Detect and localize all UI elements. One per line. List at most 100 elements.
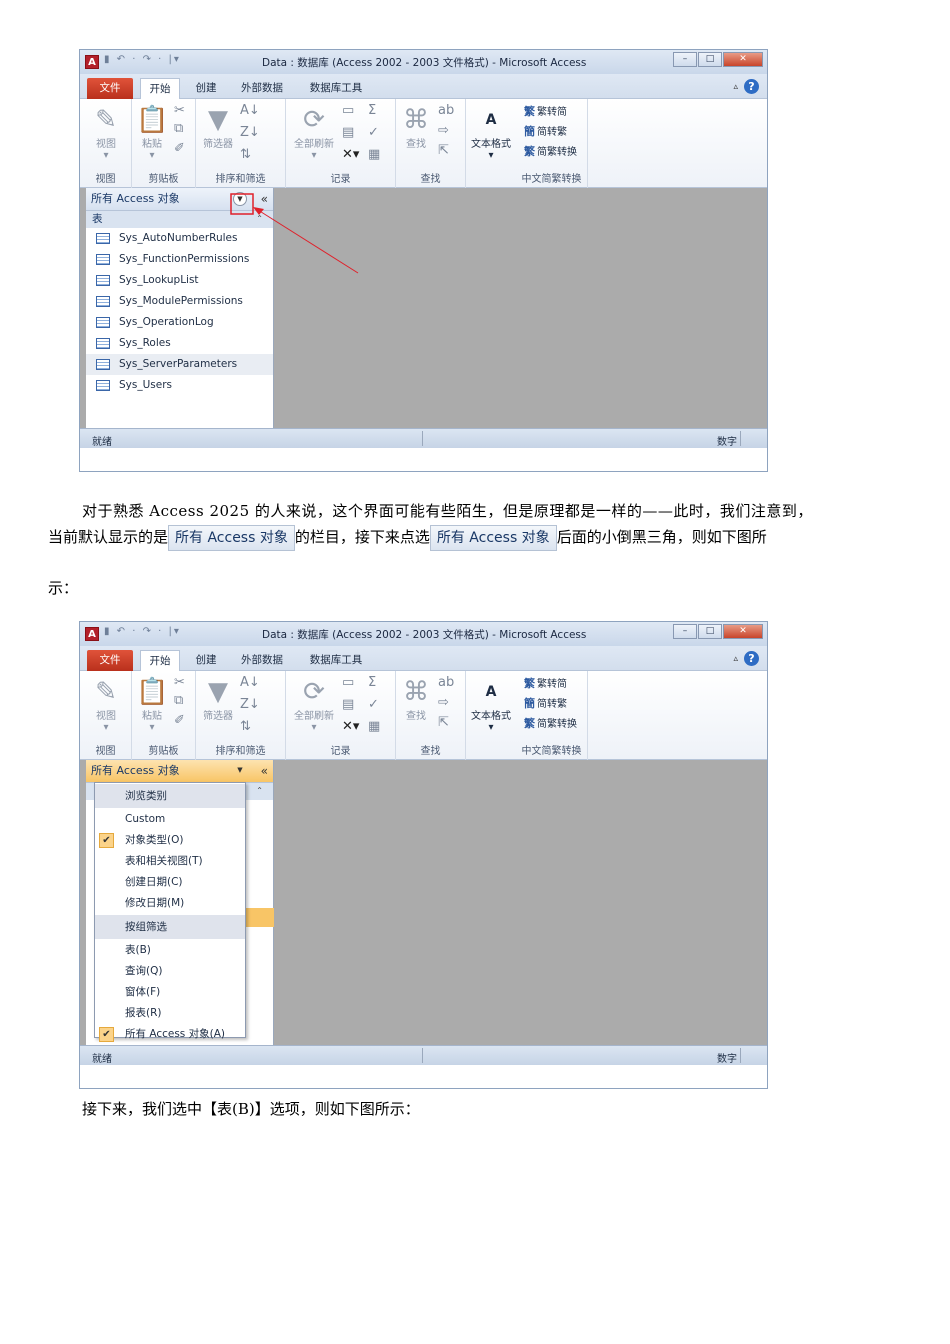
tab-create[interactable]: 创建 (188, 650, 224, 671)
tab-home[interactable]: 开始 (140, 650, 180, 672)
convert-button[interactable]: 繁简繁转换 (524, 143, 577, 159)
more-icon[interactable]: ▦ (368, 719, 380, 734)
ribbon-minimize-icon[interactable]: ▵ (733, 82, 738, 92)
menu-item-created-date[interactable]: 创建日期(C) (95, 872, 245, 893)
tab-home[interactable]: 开始 (140, 78, 180, 100)
cut-icon[interactable]: ✂ (174, 103, 185, 118)
nav-collapse-button[interactable]: « (261, 760, 268, 782)
sort-asc-icon[interactable]: A↓ (240, 103, 260, 118)
copy-icon[interactable]: ⧉ (174, 693, 183, 708)
text-format-button[interactable]: A 文本格式 ▾ (468, 677, 514, 733)
t2s-button[interactable]: 繁繁转简 (524, 103, 567, 119)
quick-access-toolbar[interactable]: ▮ ↶ · ↷ · |▾ (104, 626, 181, 637)
t2s-button[interactable]: 繁繁转简 (524, 675, 567, 691)
save-record-icon[interactable]: ▤ (342, 125, 354, 140)
delete-icon[interactable]: ✕▾ (342, 719, 359, 734)
tab-file[interactable]: 文件 (87, 650, 133, 671)
nav-item[interactable]: Sys_Roles (86, 333, 273, 354)
replace-icon[interactable]: ab (438, 103, 454, 118)
quick-access-toolbar[interactable]: ▮ ↶ · ↷ · |▾ (104, 54, 181, 65)
new-record-icon[interactable]: ▭ (342, 103, 354, 118)
view-button[interactable]: ✎ 视图 ▾ (88, 677, 124, 733)
goto-icon[interactable]: ⇨ (438, 123, 449, 138)
minimize-button[interactable]: – (673, 52, 697, 67)
nav-item[interactable]: Sys_ServerParameters (86, 354, 273, 375)
close-button[interactable]: ✕ (723, 624, 763, 639)
format-painter-icon[interactable]: ✐ (174, 141, 185, 156)
s2t-button[interactable]: 簡简转繁 (524, 123, 567, 139)
maximize-button[interactable]: □ (698, 52, 722, 67)
find-button[interactable]: ⌘ 查找 (400, 105, 432, 150)
ribbon-minimize-icon[interactable]: ▵ (733, 654, 738, 664)
select-icon[interactable]: ⇱ (438, 715, 449, 730)
refresh-all-button[interactable]: ⟳ 全部刷新 ▾ (290, 677, 338, 733)
nav-item[interactable]: Sys_OperationLog (86, 312, 273, 333)
sort-asc-icon[interactable]: A↓ (240, 675, 260, 690)
format-painter-icon[interactable]: ✐ (174, 713, 185, 728)
spelling-icon[interactable]: ✓ (368, 697, 379, 712)
new-record-icon[interactable]: ▭ (342, 675, 354, 690)
more-icon[interactable]: ▦ (368, 147, 380, 162)
menu-item-reports[interactable]: 报表(R) (95, 1003, 245, 1024)
select-icon[interactable]: ⇱ (438, 143, 449, 158)
paste-button[interactable]: 📋 粘贴 ▾ (136, 677, 168, 733)
table-icon (96, 359, 110, 370)
nav-collapse-button[interactable]: « (261, 188, 268, 210)
nav-item[interactable]: Sys_ModulePermissions (86, 291, 273, 312)
text-format-button[interactable]: A 文本格式 ▾ (468, 105, 514, 161)
totals-icon[interactable]: Σ (368, 675, 376, 690)
maximize-button[interactable]: □ (698, 624, 722, 639)
nav-header[interactable]: 所有 Access 对象 ▼ « (86, 760, 273, 783)
copy-icon[interactable]: ⧉ (174, 121, 183, 136)
minimize-button[interactable]: – (673, 624, 697, 639)
sort-desc-icon[interactable]: Z↓ (240, 697, 260, 712)
nav-item[interactable]: Sys_Users (86, 375, 273, 396)
view-button[interactable]: ✎ 视图 ▾ (88, 105, 124, 161)
tab-external-data[interactable]: 外部数据 (232, 78, 292, 99)
spelling-icon[interactable]: ✓ (368, 125, 379, 140)
nav-header[interactable]: 所有 Access 对象 ▼ « (86, 188, 273, 211)
nav-dropdown-icon[interactable]: ▼ (233, 764, 247, 778)
goto-icon[interactable]: ⇨ (438, 695, 449, 710)
cut-icon[interactable]: ✂ (174, 675, 185, 690)
menu-item-modified-date[interactable]: 修改日期(M) (95, 893, 245, 914)
nav-group-header[interactable]: 表 ⌃ (86, 211, 273, 228)
find-button[interactable]: ⌘ 查找 (400, 677, 432, 722)
filter-button[interactable]: ▼ 筛选器 (200, 677, 236, 722)
tab-external-data[interactable]: 外部数据 (232, 650, 292, 671)
close-button[interactable]: ✕ (723, 52, 763, 67)
delete-icon[interactable]: ✕▾ (342, 147, 359, 162)
sort-desc-icon[interactable]: Z↓ (240, 125, 260, 140)
menu-item-all-objects[interactable]: ✔ 所有 Access 对象(A) (95, 1024, 245, 1045)
menu-item-object-type[interactable]: ✔ 对象类型(O) (95, 830, 245, 851)
binoculars-icon: ⌘ (403, 105, 429, 135)
menu-item-forms[interactable]: 窗体(F) (95, 982, 245, 1003)
group-view: ✎ 视图 ▾ 视图 (80, 99, 132, 188)
nav-dropdown-icon[interactable]: ▼ (233, 192, 247, 206)
remove-sort-icon[interactable]: ⇅ (240, 719, 251, 734)
nav-item[interactable]: Sys_FunctionPermissions (86, 249, 273, 270)
menu-item-tables-views[interactable]: 表和相关视图(T) (95, 851, 245, 872)
help-icon[interactable]: ? (744, 79, 759, 94)
tab-database-tools[interactable]: 数据库工具 (302, 650, 370, 671)
chevron-up-icon[interactable]: ⌃ (256, 211, 263, 227)
help-icon[interactable]: ? (744, 651, 759, 666)
save-record-icon[interactable]: ▤ (342, 697, 354, 712)
refresh-all-button[interactable]: ⟳ 全部刷新 ▾ (290, 105, 338, 161)
chevron-up-icon[interactable]: ⌃ (256, 783, 263, 799)
tab-file[interactable]: 文件 (87, 78, 133, 99)
convert-button[interactable]: 繁简繁转换 (524, 715, 577, 731)
tab-create[interactable]: 创建 (188, 78, 224, 99)
replace-icon[interactable]: ab (438, 675, 454, 690)
s2t-button[interactable]: 簡简转繁 (524, 695, 567, 711)
nav-item[interactable]: Sys_LookupList (86, 270, 273, 291)
totals-icon[interactable]: Σ (368, 103, 376, 118)
menu-item-queries[interactable]: 查询(Q) (95, 961, 245, 982)
remove-sort-icon[interactable]: ⇅ (240, 147, 251, 162)
paste-button[interactable]: 📋 粘贴 ▾ (136, 105, 168, 161)
filter-button[interactable]: ▼ 筛选器 (200, 105, 236, 150)
menu-item-custom[interactable]: Custom (95, 809, 245, 830)
nav-item[interactable]: Sys_AutoNumberRules (86, 228, 273, 249)
tab-database-tools[interactable]: 数据库工具 (302, 78, 370, 99)
menu-item-tables[interactable]: 表(B) (95, 940, 245, 961)
